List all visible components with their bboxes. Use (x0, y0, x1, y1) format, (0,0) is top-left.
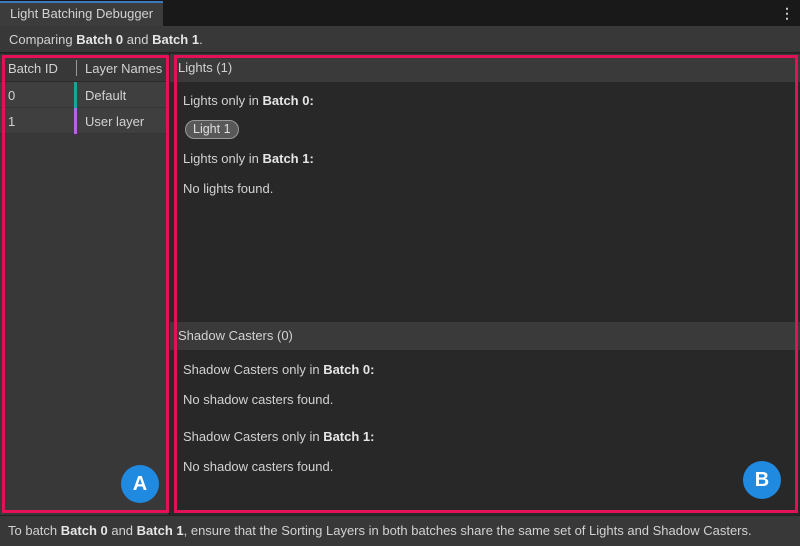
batch-list-header: Batch ID Layer Names (0, 54, 168, 82)
label-colon: : (370, 362, 375, 377)
batch-details-panel: Lights (1) Lights only in Batch 0: Light… (168, 54, 800, 515)
label-prefix: Shadow Casters only in (183, 429, 324, 444)
callout-a-badge: A (121, 465, 159, 503)
comparing-middle: and (123, 32, 153, 47)
batch-row-1[interactable]: 1 User layer (0, 108, 168, 134)
comparing-prefix: Comparing (9, 32, 77, 47)
batch-row-id: 0 (8, 88, 16, 103)
lights-only-in-batch-b-label: Lights only in Batch 1: (183, 151, 314, 166)
footer-middle: and (107, 523, 137, 538)
batch-row-layer-name: User layer (85, 114, 145, 129)
column-resize-handle[interactable] (76, 60, 77, 76)
no-shadow-casters-message-b: No shadow casters found. (183, 459, 334, 474)
status-footer: To batch Batch 0 and Batch 1, ensure tha… (0, 515, 800, 546)
shadow-casters-only-in-batch-b-label: Shadow Casters only in Batch 1: (183, 429, 375, 444)
callout-b-badge: B (743, 461, 781, 499)
no-shadow-casters-message-a: No shadow casters found. (183, 392, 334, 407)
batch-row-layer-name: Default (85, 88, 127, 103)
comparing-batch-b: Batch 1 (152, 32, 200, 47)
comparing-suffix: . (199, 32, 203, 47)
footer-batch-b: Batch 1 (136, 523, 184, 538)
more-options-icon[interactable]: ⋮ (780, 4, 794, 22)
batch-list-panel: Batch ID Layer Names 0 Default 1 User la… (0, 54, 168, 515)
no-lights-message: No lights found. (183, 181, 274, 196)
label-prefix: Lights only in (183, 151, 263, 166)
light-batching-debugger-window: Light Batching Debugger ⋮ Comparing Batc… (0, 0, 800, 546)
label-batch: Batch 0 (323, 362, 371, 377)
comparing-batch-a: Batch 0 (76, 32, 124, 47)
layer-color-bar (74, 108, 77, 134)
light-chip[interactable]: Light 1 (185, 120, 239, 139)
label-colon: : (370, 429, 375, 444)
layer-color-bar (74, 82, 77, 108)
label-batch: Batch 1 (323, 429, 371, 444)
label-prefix: Shadow Casters only in (183, 362, 324, 377)
footer-prefix: To batch (8, 523, 61, 538)
column-header-layer-names[interactable]: Layer Names (85, 61, 162, 76)
label-colon: : (309, 151, 314, 166)
shadow-casters-section-header[interactable]: Shadow Casters (0) (170, 322, 800, 350)
tab-title: Light Batching Debugger (10, 6, 154, 21)
column-header-batch-id[interactable]: Batch ID (8, 61, 58, 76)
shadow-casters-only-in-batch-a-label: Shadow Casters only in Batch 0: (183, 362, 375, 377)
batch-row-id: 1 (8, 114, 16, 129)
comparing-bar: Comparing Batch 0 and Batch 1. (0, 26, 800, 53)
label-batch: Batch 0 (262, 93, 310, 108)
footer-batch-a: Batch 0 (60, 523, 108, 538)
window-title-bar: Light Batching Debugger ⋮ (0, 0, 800, 26)
footer-suffix: , ensure that the Sorting Layers in both… (183, 523, 752, 538)
label-prefix: Lights only in (183, 93, 263, 108)
lights-section-header[interactable]: Lights (1) (170, 54, 800, 82)
lights-only-in-batch-a-label: Lights only in Batch 0: (183, 93, 314, 108)
batch-row-0[interactable]: 0 Default (0, 82, 168, 108)
label-batch: Batch 1 (262, 151, 310, 166)
tab-light-batching-debugger[interactable]: Light Batching Debugger (0, 1, 164, 26)
label-colon: : (309, 93, 314, 108)
